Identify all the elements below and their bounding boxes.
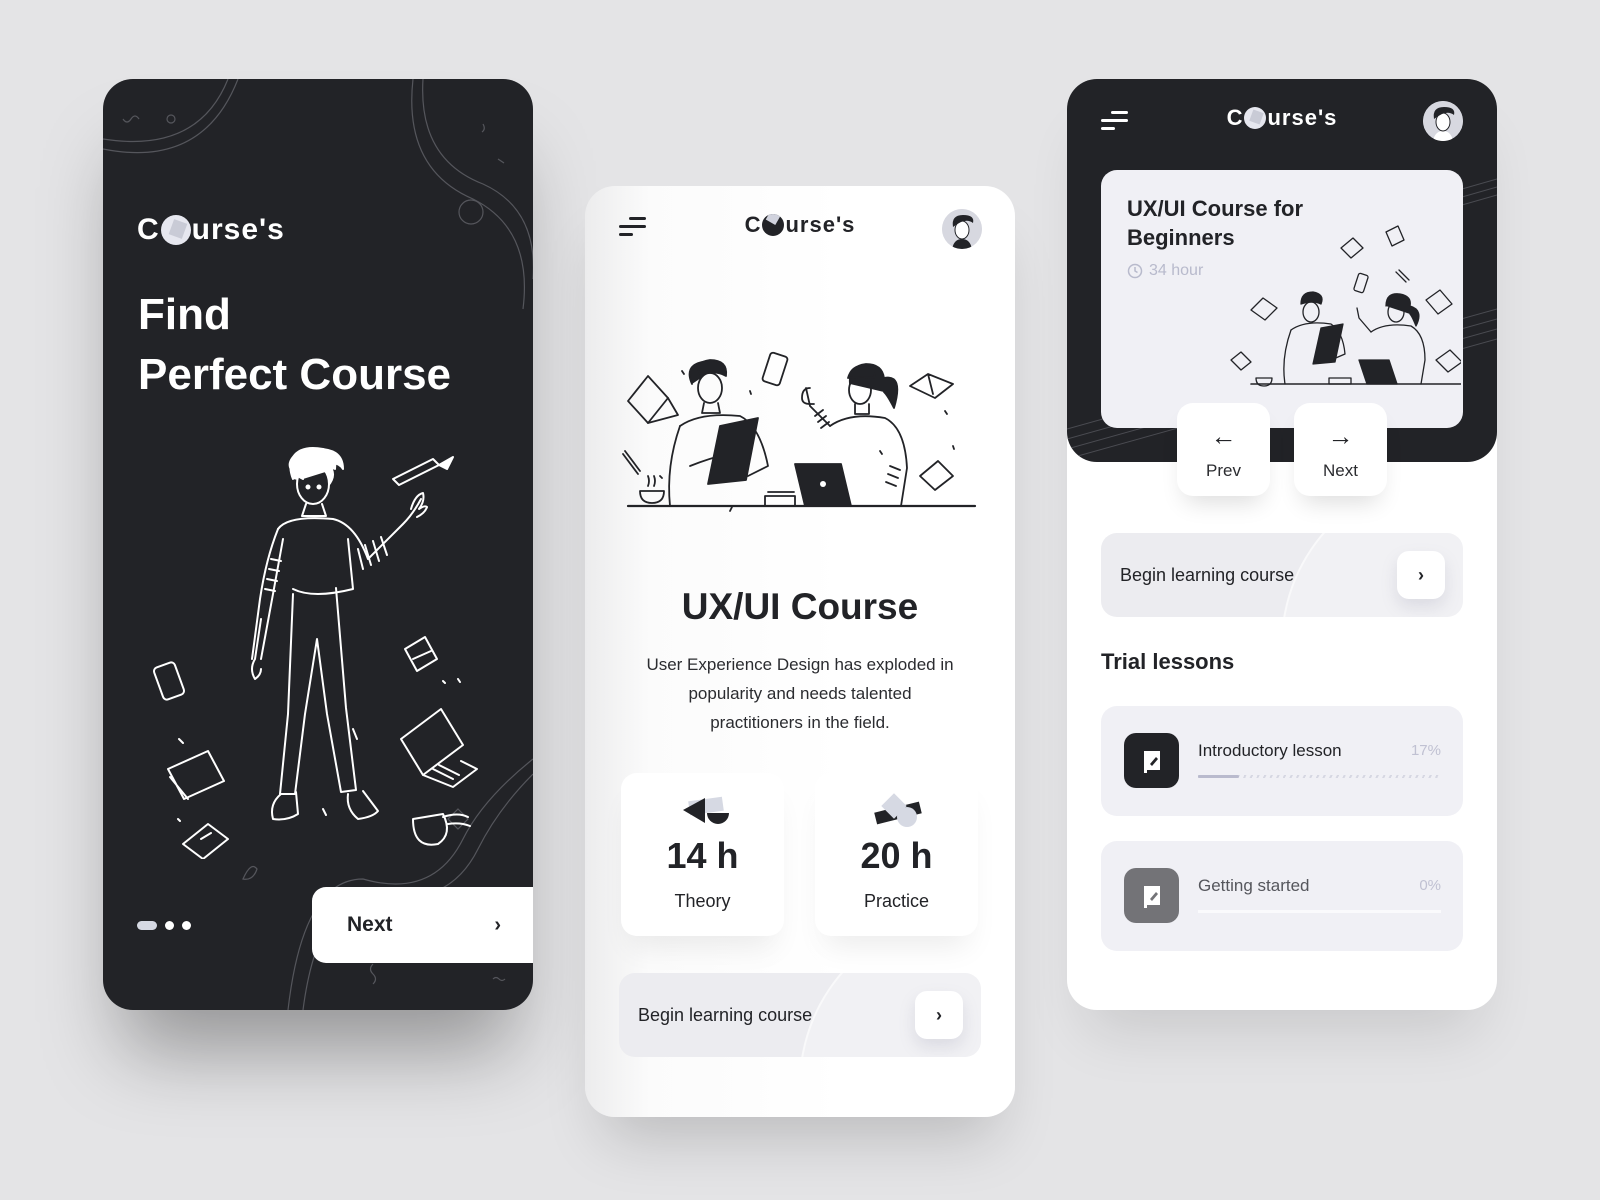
brand-logo: Curse's [137, 213, 285, 247]
lesson-item[interactable]: Introductory lesson 17% [1101, 706, 1463, 816]
stat-value: 14 h [666, 835, 739, 876]
practice-shapes-icon [874, 793, 922, 827]
user-avatar[interactable] [1423, 101, 1463, 141]
begin-learning-button[interactable]: Begin learning course › [1101, 533, 1463, 617]
logo-text-prefix: C [137, 213, 160, 246]
begin-learning-label: Begin learning course [638, 1004, 813, 1025]
lesson-name: Introductory lesson [1198, 741, 1342, 760]
prev-button[interactable]: ← Prev [1177, 403, 1270, 496]
chevron-right-icon: › [494, 913, 501, 936]
pagination-dots [137, 921, 191, 930]
lesson-progress-text: 0% [1419, 877, 1441, 894]
next-button-label: Next [347, 913, 393, 936]
arrow-left-icon: ← [1210, 421, 1237, 451]
prev-button-label: Prev [1206, 461, 1241, 480]
lesson-name: Getting started [1198, 876, 1310, 895]
logo-text-prefix: C [744, 212, 762, 237]
chevron-right-icon[interactable]: › [915, 991, 963, 1039]
lesson-progress-text: 17% [1410, 742, 1441, 759]
students-illustration [622, 351, 977, 512]
pagination-dot[interactable] [182, 921, 191, 930]
logo-text-suffix: urse's [785, 212, 856, 237]
course-overview-screen: Curse's UX/UI Course for Beginners 34 ho… [1067, 79, 1497, 1010]
logo-mark-icon [160, 215, 191, 245]
title-line-2: Perfect Course [138, 350, 452, 399]
floating-student-illustration [152, 447, 478, 859]
logo-text-prefix: C [1226, 105, 1244, 130]
logo-mark-icon [762, 214, 785, 236]
trial-lessons-heading: Trial lessons [1101, 649, 1235, 674]
next-button[interactable]: Next › [312, 887, 533, 963]
course-title: UX/UI Course [681, 586, 919, 627]
begin-learning-label: Begin learning course [1120, 564, 1295, 585]
stat-card-practice: 20 h Practice [815, 773, 978, 936]
theory-shapes-icon [683, 796, 729, 824]
logo-text-suffix: urse's [1267, 105, 1338, 130]
lesson-progress-bar [1198, 910, 1441, 913]
stat-label: Practice [863, 891, 930, 911]
students-illustration-small [1230, 225, 1461, 387]
lesson-progress-fill [1198, 775, 1240, 778]
stat-value: 20 h [860, 835, 933, 876]
begin-learning-button[interactable]: Begin learning course › [619, 973, 981, 1057]
notebook-icon [1124, 733, 1179, 788]
course-detail-screen: Curse's UX/UI Course User Experience Des… [585, 186, 1015, 1117]
title-line-1: Find [138, 290, 231, 339]
user-avatar[interactable] [942, 209, 982, 249]
stat-card-theory: 14 h Theory [621, 773, 784, 936]
avatar-icon [942, 209, 982, 249]
logo-text-suffix: urse's [191, 213, 285, 246]
lesson-progress-bar [1198, 775, 1441, 778]
lesson-item[interactable]: Getting started 0% [1101, 841, 1463, 951]
next-button[interactable]: → Next [1294, 403, 1387, 496]
onboarding-title: Find Perfect Course [138, 285, 451, 405]
pagination-dot-active[interactable] [137, 921, 157, 930]
stat-label: Theory [674, 891, 731, 911]
next-button-label: Next [1323, 461, 1358, 480]
pagination-dot[interactable] [165, 921, 174, 930]
clock-icon [1127, 263, 1143, 279]
logo-mark-icon [1244, 107, 1267, 129]
notebook-icon [1124, 868, 1179, 923]
arrow-right-icon: → [1327, 421, 1354, 451]
dark-header: Curse's UX/UI Course for Beginners 34 ho… [1067, 79, 1497, 462]
avatar-icon [1423, 101, 1463, 141]
course-description: User Experience Design has exploded in p… [646, 655, 954, 732]
onboarding-screen: Curse's Find Perfect Course Next › [103, 79, 533, 1010]
featured-course-card[interactable]: UX/UI Course for Beginners 34 hour [1101, 170, 1463, 428]
chevron-right-icon[interactable]: › [1397, 551, 1445, 599]
